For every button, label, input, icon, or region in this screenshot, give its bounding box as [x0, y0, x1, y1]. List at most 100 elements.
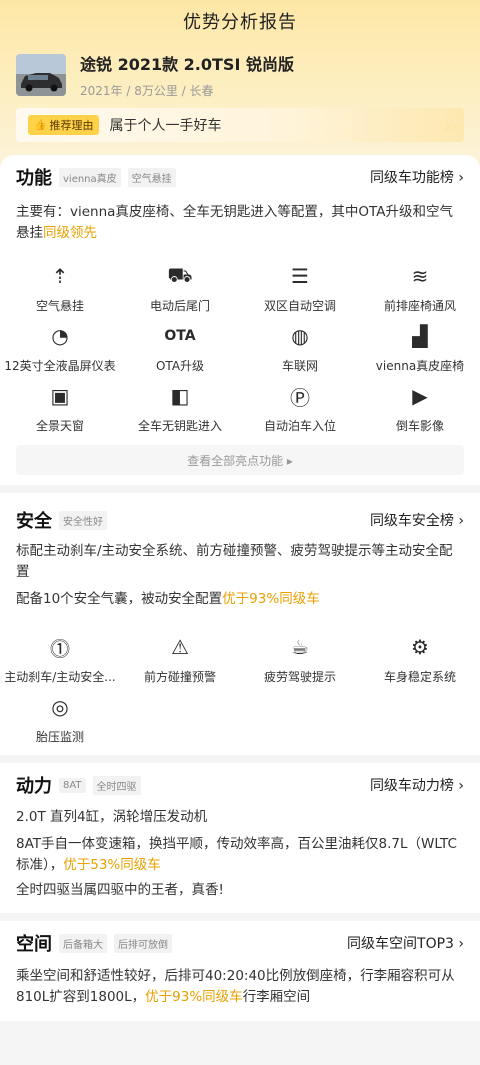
power-engine-text: 2.0T 直列4缸，涡轮增压发动机 — [16, 809, 208, 825]
recommend-reason-bar: 👍 推荐理由 属于个人一手好车 » — [16, 108, 464, 142]
features-rank-link[interactable]: 同级车功能榜 › — [370, 167, 464, 187]
recommend-reason-tag-label: 推荐理由 — [49, 119, 94, 132]
chevron-decoration-icon: » — [443, 114, 458, 139]
power-tailgate-icon: ⛟ — [167, 262, 193, 287]
dual-zone-ac-icon: ☰ — [291, 264, 309, 288]
space-description: 乘坐空间和舒适性较好，后排可40:20:40比例放倒座椅，行李厢容积可从810L… — [16, 966, 464, 1008]
thumbs-up-icon: 👍 — [34, 119, 47, 131]
features-chip: 空气悬挂 — [127, 167, 176, 187]
active-brake-icon: ⓵ — [50, 636, 70, 661]
feature-label: 车联网 — [281, 359, 318, 373]
feature-label: vienna真皮座椅 — [375, 359, 465, 373]
feature-label: 车身稳定系统 — [383, 670, 456, 684]
tire-pressure-icon: ◎ — [51, 695, 69, 719]
feature-item[interactable]: OTA OTA升级 — [120, 322, 240, 382]
space-card: 空间 后备箱大 后排可放倒 同级车空间TOP3 › 乘坐空间和舒适性较好，后排可… — [0, 921, 480, 1021]
feature-label: 胎压监测 — [35, 730, 84, 744]
feature-item[interactable]: ⚙ 车身稳定系统 — [360, 633, 480, 693]
power-card: 动力 8AT 全时四驱 同级车动力榜 › 2.0T 直列4缸，涡轮增压发动机 8… — [0, 763, 480, 913]
section-divider — [0, 913, 480, 921]
safety-airbag-highlight: 优于93%同级车 — [222, 591, 320, 607]
safety-rank-link[interactable]: 同级车安全榜 › — [370, 510, 464, 530]
space-chip: 后排可放倒 — [114, 933, 172, 953]
feature-label: 前排座椅通风 — [383, 299, 456, 313]
feature-label: 双区自动空调 — [263, 299, 336, 313]
car-header: 途锐 2021款 2.0TSI 锐尚版 2021年 / 8万公里 / 长春 — [16, 50, 464, 100]
section-divider — [0, 755, 480, 763]
features-chip: vienna真皮 — [59, 167, 121, 187]
leather-seat-icon: ▟ — [412, 324, 428, 348]
sunroof-icon: ▣ — [50, 384, 70, 408]
feature-item[interactable]: ▟ vienna真皮座椅 — [360, 322, 480, 382]
feature-item[interactable]: ◎ 胎压监测 — [0, 693, 120, 753]
feature-item[interactable]: ⛟ 电动后尾门 — [120, 262, 240, 322]
power-header: 动力 8AT 全时四驱 同级车动力榜 › — [16, 775, 464, 797]
power-title: 动力 — [16, 776, 52, 797]
feature-item[interactable]: ◧ 全车无钥匙进入 — [120, 382, 240, 442]
feature-item[interactable]: ≋ 前排座椅通风 — [360, 262, 480, 322]
features-description: 主要有：vienna真皮座椅、全车无钥匙进入等配置，其中OTA升级和空气悬挂同级… — [16, 202, 464, 244]
air-suspension-icon: ⇡ — [51, 264, 69, 288]
feature-item[interactable]: ▶ 倒车影像 — [360, 382, 480, 442]
safety-card: 安全 安全性好 同级车安全榜 › 标配主动刹车/主动安全系统、前方碰撞预警、疲劳… — [0, 493, 480, 755]
feature-label: 疲劳驾驶提示 — [263, 670, 336, 684]
power-chip: 8AT — [59, 777, 86, 793]
feature-item[interactable]: ☰ 双区自动空调 — [240, 262, 360, 322]
feature-label: 前方碰撞预警 — [143, 670, 216, 684]
feature-label: 全景天窗 — [35, 419, 84, 433]
features-header: 功能 vienna真皮 空气悬挂 同级车功能榜 › — [16, 167, 464, 189]
safety-chip: 安全性好 — [59, 510, 107, 530]
feature-label: 倒车影像 — [395, 419, 444, 433]
safety-description: 标配主动刹车/主动安全系统、前方碰撞预警、疲劳驾驶提示等主动安全配置 — [16, 543, 453, 580]
keyless-entry-icon: ◧ — [170, 384, 190, 408]
view-all-features-button[interactable]: 查看全部亮点功能 ▸ — [16, 445, 464, 475]
feature-item[interactable]: Ⓟ 自动泊车入位 — [240, 382, 360, 442]
feature-item[interactable]: ▣ 全景天窗 — [0, 382, 120, 442]
page-title: 优势分析报告 — [183, 12, 297, 33]
seat-ventilation-icon: ≋ — [411, 264, 429, 288]
space-chip: 后备箱大 — [59, 933, 107, 953]
auto-parking-icon: Ⓟ — [290, 385, 310, 410]
fatigue-alert-icon: ☕ — [291, 635, 309, 659]
ota-icon: OTA — [164, 328, 196, 344]
recommend-reason-tag: 👍 推荐理由 — [28, 115, 100, 135]
space-rank-link[interactable]: 同级车空间TOP3 › — [347, 933, 464, 953]
connected-car-icon: ◍ — [291, 324, 309, 348]
features-desc-highlight: 同级领先 — [43, 225, 97, 241]
collision-warning-icon: ⚠ — [171, 635, 189, 659]
feature-label: 电动后尾门 — [149, 299, 210, 313]
rear-camera-icon: ▶ — [412, 384, 428, 408]
power-transmission-highlight: 优于53%同级车 — [63, 857, 161, 873]
car-meta: 2021年 / 8万公里 / 长春 — [80, 84, 214, 98]
car-title: 途锐 2021款 2.0TSI 锐尚版 — [80, 55, 294, 74]
space-title: 空间 — [16, 934, 52, 955]
feature-item[interactable]: ☕ 疲劳驾驶提示 — [240, 633, 360, 693]
space-desc-tail: 行李厢空间 — [242, 989, 311, 1005]
safety-airbag-description: 配备10个安全气囊，被动安全配置优于93%同级车 — [16, 589, 464, 610]
features-title: 功能 — [16, 168, 52, 189]
power-rank-link[interactable]: 同级车动力榜 › — [370, 775, 464, 795]
feature-label: 12英寸全液晶屏仪表 — [4, 359, 116, 373]
space-header: 空间 后备箱大 后排可放倒 同级车空间TOP3 › — [16, 933, 464, 955]
feature-item[interactable]: ⓵ 主动刹车/主动安全... — [0, 633, 120, 693]
safety-airbag-text: 配备10个安全气囊，被动安全配置 — [16, 591, 223, 607]
stability-control-icon: ⚙ — [411, 635, 429, 659]
feature-item[interactable]: ◔ 12英寸全液晶屏仪表 — [0, 322, 120, 382]
feature-label: 主动刹车/主动安全... — [4, 670, 116, 684]
car-thumbnail[interactable] — [16, 54, 66, 96]
recommend-reason-text: 属于个人一手好车 — [109, 118, 222, 134]
safety-title: 安全 — [16, 511, 52, 532]
feature-item[interactable]: ⇡ 空气悬挂 — [0, 262, 120, 322]
feature-item[interactable]: ⚠ 前方碰撞预警 — [120, 633, 240, 693]
safety-grid: ⓵ 主动刹车/主动安全... ⚠ 前方碰撞预警 ☕ 疲劳驾驶提示 ⚙ 车身稳定系统 ◎ 胎压监测 — [0, 633, 480, 753]
section-divider — [0, 485, 480, 493]
lcd-cluster-icon: ◔ — [51, 324, 69, 348]
feature-label: 空气悬挂 — [35, 299, 84, 313]
features-card: 功能 vienna真皮 空气悬挂 同级车功能榜 › 主要有：vienna真皮座椅… — [0, 155, 480, 485]
feature-label: 自动泊车入位 — [263, 419, 336, 433]
feature-label: 全车无钥匙进入 — [137, 419, 222, 433]
power-chip: 全时四驱 — [92, 775, 141, 795]
features-grid: ⇡ 空气悬挂 ⛟ 电动后尾门 ☰ 双区自动空调 ≋ 前排座椅通风 ◔ 12英寸全液晶屏仪表 OTA O… — [0, 262, 480, 442]
feature-item[interactable]: ◍ 车联网 — [240, 322, 360, 382]
power-transmission-text: 8AT手自一体变速箱，换挡平顺，传动效率高，百公里油耗仅8.7L（WLTC标准）… — [16, 834, 464, 876]
